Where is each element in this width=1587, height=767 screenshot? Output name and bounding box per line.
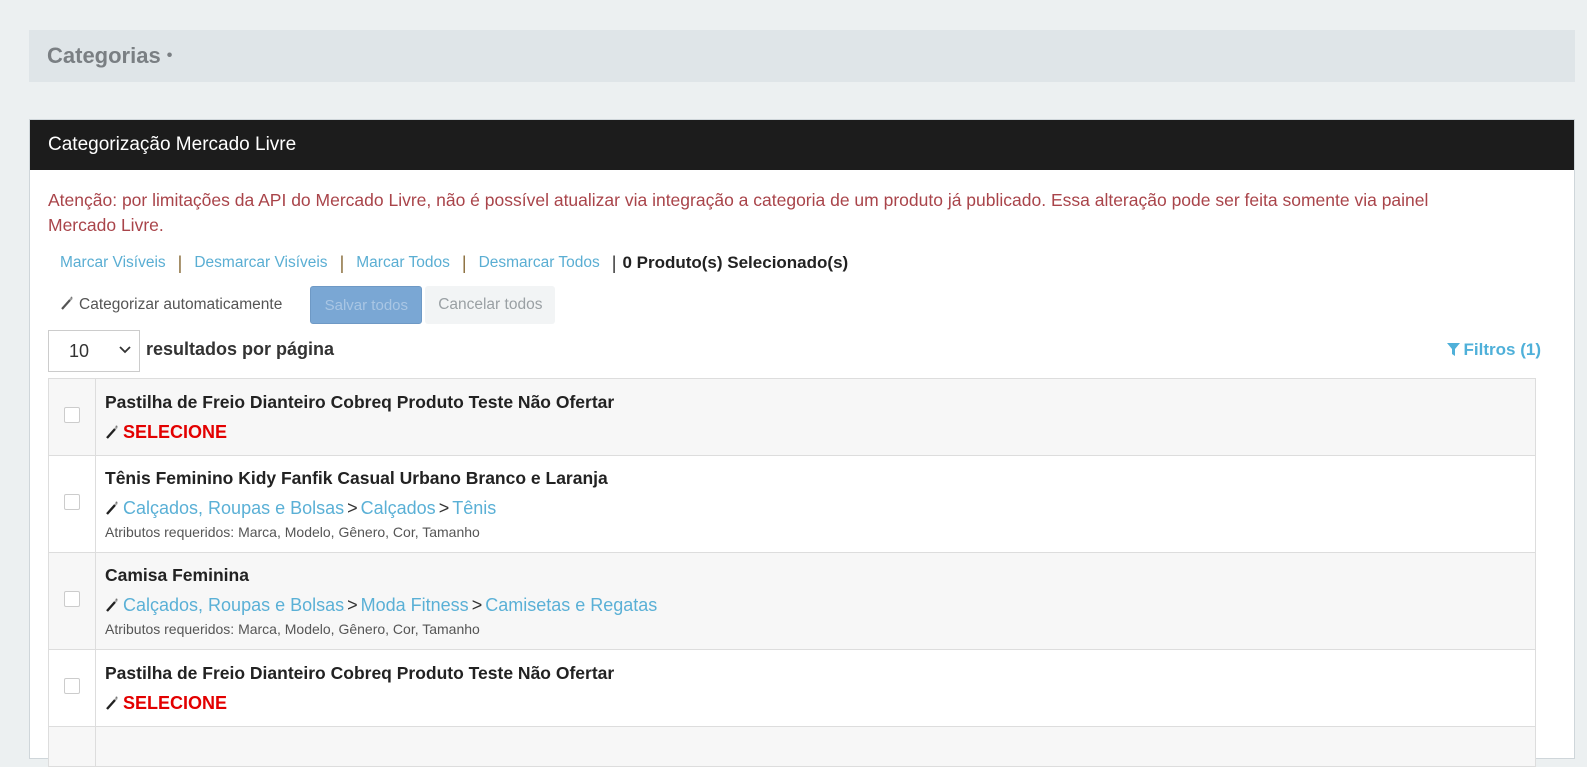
per-page-select[interactable]: 10 [48,330,140,372]
panel-body: Atenção: por limitações da API do Mercad… [30,188,1574,767]
pagination-controls: 10 resultados por página Filtros (1) [48,330,1556,372]
category-separator: > [347,498,358,518]
unmark-visible-link[interactable]: Desmarcar Visíveis [194,254,327,272]
product-name: Tênis Feminino Kidy Fanfik Casual Urbano… [105,468,608,488]
row-checkbox[interactable] [64,493,80,510]
row-checkbox-cell [48,649,96,727]
row-checkbox-cell [48,455,96,553]
table-row: Pastilha de Freio Dianteiro Cobreq Produ… [48,378,1536,456]
product-name: Camisa Feminina [105,565,249,585]
mark-visible-link[interactable]: Marcar Visíveis [60,254,166,272]
selected-count: 0 Produto(s) Selecionado(s) [622,253,849,272]
unmark-all-link[interactable]: Desmarcar Todos [479,254,600,272]
filter-icon [1446,343,1460,356]
auto-categorize-button[interactable]: Categorizar automaticamente [48,287,295,323]
row-checkbox[interactable] [64,406,80,423]
required-attributes: Atributos requeridos: Marca, Modelo, Gên… [105,524,480,540]
product-name: Pastilha de Freio Dianteiro Cobreq Produ… [105,662,615,683]
category-line: SELECIONE [105,691,1526,716]
table-row [48,726,1536,767]
table-row: Camisa Feminina Calçados, Roupas e Bolsa… [48,552,1536,650]
category-link[interactable]: Tênis [452,498,496,518]
bulk-buttons: Categorizar automaticamente Salvar todos… [48,286,1556,324]
category-line: Calçados, Roupas e Bolsas > Moda Fitness > C… [105,593,1526,618]
page-title: Categorias • [47,43,173,68]
magic-wand-icon[interactable] [105,421,119,445]
product-info: Camisa Feminina Calçados, Roupas e Bolsa… [95,552,1536,650]
row-checkbox-cell [48,726,96,767]
category-separator: > [438,498,450,518]
filters-button[interactable]: Filtros (1) [1446,340,1541,360]
category-separator: > [471,595,483,615]
page-header: Categorias • [29,30,1575,82]
magic-wand-icon[interactable] [105,594,119,618]
product-name: Pastilha de Freio Dianteiro Cobreq Produ… [105,391,615,412]
select-category-link[interactable]: SELECIONE [123,693,227,713]
separator: | [461,252,467,273]
category-link[interactable]: Calçados, Roupas e Bolsas [123,595,344,615]
product-info: Pastilha de Freio Dianteiro Cobreq Produ… [95,378,1536,456]
category-link[interactable]: Moda Fitness [361,595,469,615]
products-table: Pastilha de Freio Dianteiro Cobreq Produ… [48,378,1536,767]
product-info: Pastilha de Freio Dianteiro Cobreq Produ… [95,649,1536,727]
required-attributes: Atributos requeridos: Marca, Modelo, Gên… [105,621,480,637]
categorization-panel: Categorização Mercado Livre Atenção: por… [29,119,1575,767]
category-separator: > [347,595,358,615]
chevron-down-icon [119,343,131,358]
category-line: SELECIONE [105,420,1526,445]
selection-actions: Marcar Visíveis | Desmarcar Visíveis | M… [48,250,1556,276]
select-category-link[interactable]: SELECIONE [123,422,227,442]
magic-wand-icon[interactable] [105,497,119,521]
table-row: Pastilha de Freio Dianteiro Cobreq Produ… [48,649,1536,727]
category-link[interactable]: Camisetas e Regatas [485,595,657,615]
separator: | [611,252,617,273]
row-checkbox[interactable] [64,677,80,694]
category-link[interactable]: Calçados [361,498,436,518]
auto-categorize-label: Categorizar automaticamente [79,296,283,313]
separator: | [339,252,345,273]
table-row: Tênis Feminino Kidy Fanfik Casual Urbano… [48,455,1536,553]
product-info [95,726,1536,767]
cancel-all-button[interactable]: Cancelar todos [425,286,556,324]
row-checkbox-cell [48,552,96,650]
per-page-label: resultados por página [146,338,335,359]
magic-wand-icon[interactable] [105,692,119,716]
separator: | [177,252,183,273]
api-limitation-alert: Atenção: por limitações da API do Mercad… [48,190,1429,235]
mark-all-link[interactable]: Marcar Todos [356,254,450,272]
product-info: Tênis Feminino Kidy Fanfik Casual Urbano… [95,455,1536,553]
save-all-button[interactable]: Salvar todos [310,286,423,324]
panel-heading: Categorização Mercado Livre [30,120,1574,170]
row-checkbox-cell [48,378,96,456]
category-link[interactable]: Calçados, Roupas e Bolsas [123,498,344,518]
category-line: Calçados, Roupas e Bolsas > Calçados > Tênis [105,496,1526,521]
per-page-value: 10 [69,340,90,361]
title-dot: • [166,47,173,64]
filters-label: Filtros (1) [1463,340,1541,359]
row-checkbox[interactable] [64,590,80,607]
magic-wand-icon [60,296,74,315]
